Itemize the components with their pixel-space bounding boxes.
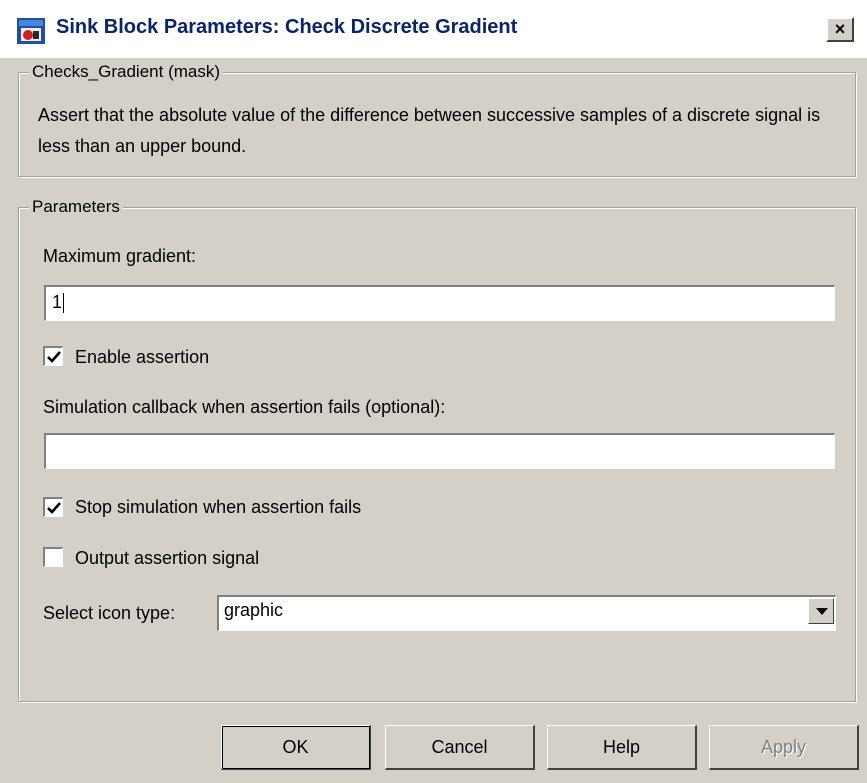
close-icon: × — [834, 19, 846, 39]
icon-type-value: graphic — [224, 600, 284, 620]
mask-group-title: Checks_Gradient (mask) — [29, 61, 224, 83]
title-bar: Sink Block Parameters: Check Discrete Gr… — [0, 0, 867, 58]
checkmark-icon — [47, 351, 61, 363]
stop-simulation-checkbox[interactable] — [43, 497, 63, 517]
icon-type-select[interactable]: graphic — [217, 595, 836, 631]
callback-input[interactable] — [44, 433, 835, 469]
output-signal-checkbox[interactable] — [43, 547, 63, 567]
dialog-window: Sink Block Parameters: Check Discrete Gr… — [0, 0, 867, 783]
icon-type-label: Select icon type: — [43, 603, 176, 623]
ok-button[interactable]: OK — [221, 725, 371, 770]
parameters-group-title: Parameters — [29, 196, 123, 218]
window-title: Sink Block Parameters: Check Discrete Gr… — [56, 16, 518, 38]
stop-simulation-label: Stop simulation when assertion fails — [75, 497, 362, 517]
chevron-down-icon — [816, 608, 828, 615]
apply-button[interactable]: Apply — [709, 725, 859, 770]
max-gradient-label: Maximum gradient: — [43, 246, 197, 266]
simulink-block-icon — [17, 18, 45, 44]
dropdown-button[interactable] — [808, 598, 834, 624]
callback-label: Simulation callback when assertion fails… — [43, 397, 446, 417]
max-gradient-value: 1 — [52, 292, 63, 312]
cancel-button[interactable]: Cancel — [385, 725, 535, 770]
enable-assertion-checkbox[interactable] — [43, 346, 63, 366]
enable-assertion-label: Enable assertion — [75, 347, 210, 367]
checkmark-icon — [47, 502, 61, 514]
close-button[interactable]: × — [826, 17, 854, 42]
text-caret — [63, 293, 65, 314]
help-button[interactable]: Help — [547, 725, 697, 770]
max-gradient-input[interactable]: 1 — [44, 285, 835, 321]
mask-description: Assert that the absolute value of the di… — [38, 105, 821, 156]
output-signal-label: Output assertion signal — [75, 548, 260, 568]
